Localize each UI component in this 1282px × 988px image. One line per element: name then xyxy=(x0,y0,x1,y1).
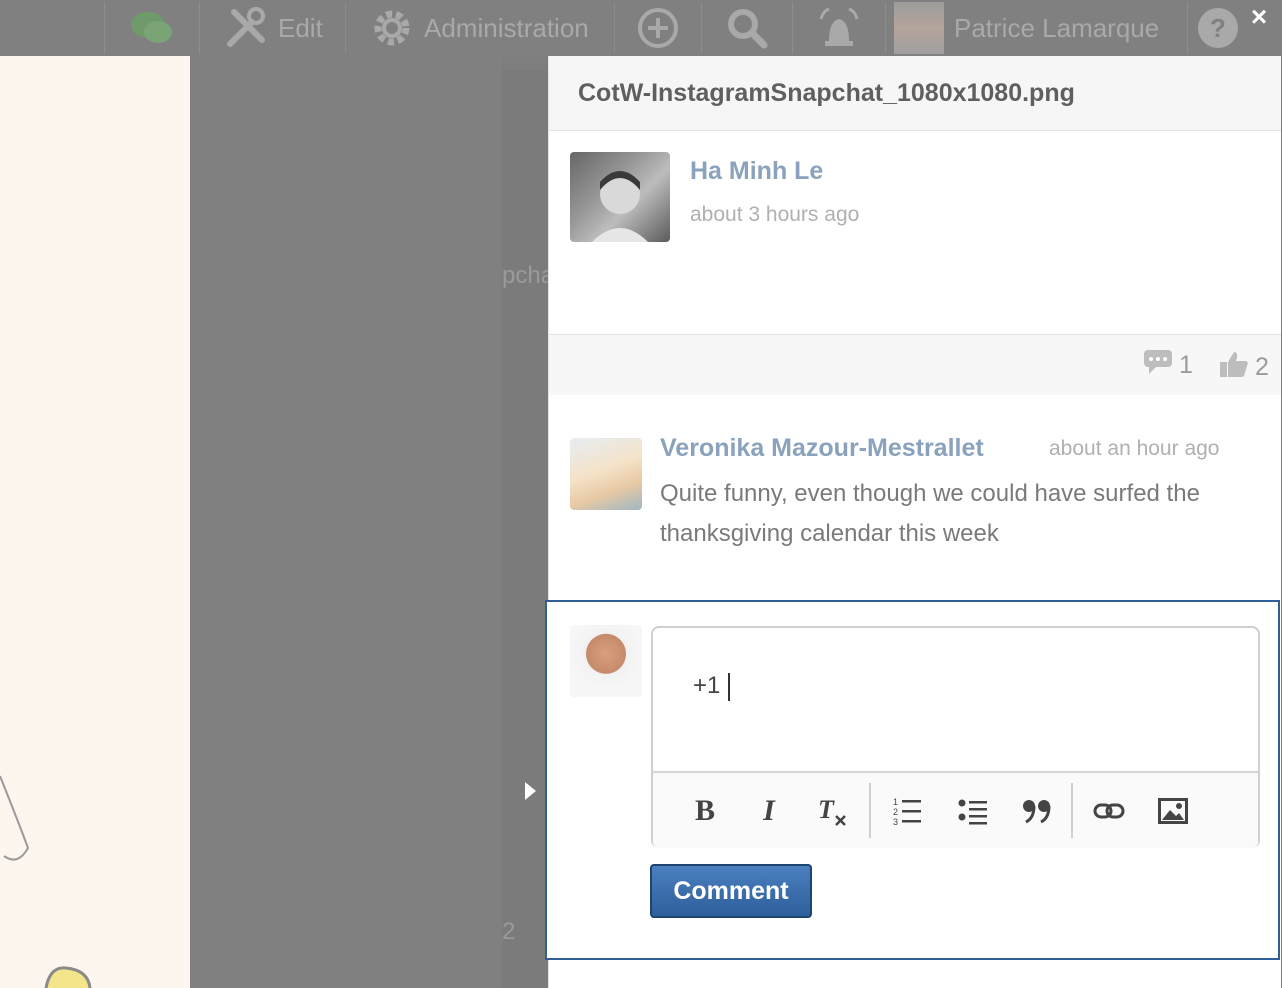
post-author-avatar[interactable] xyxy=(570,152,670,242)
search-icon xyxy=(725,6,769,50)
user-name: Patrice Lamarque xyxy=(954,12,1160,43)
illustration xyxy=(0,775,92,988)
svg-text:?: ? xyxy=(1210,13,1226,43)
likes-count-value: 2 xyxy=(1255,353,1269,381)
comments-count[interactable]: 1 xyxy=(1143,349,1193,382)
user-menu[interactable]: Patrice Lamarque xyxy=(886,0,1187,56)
post-author-name[interactable]: Ha Minh Le xyxy=(690,157,823,186)
activity-post: Ha Minh Le about 3 hours ago xyxy=(549,131,1281,335)
wrench-icon xyxy=(224,6,268,50)
comment-compose-box: +1 B I T 123 Comment xyxy=(545,600,1280,960)
underlying-text: pcha xyxy=(502,262,555,289)
help-icon: ? xyxy=(1196,6,1240,50)
svg-text:1: 1 xyxy=(893,797,898,807)
link-icon[interactable] xyxy=(1091,793,1127,829)
comment-item: Veronika Mazour-Mestrallet about an hour… xyxy=(549,396,1281,596)
plus-circle-icon xyxy=(637,7,679,49)
quote-icon[interactable] xyxy=(1019,793,1055,829)
comment-input[interactable]: +1 xyxy=(653,628,1258,771)
drawer-toggle-arrow[interactable] xyxy=(525,782,536,800)
comments-count-value: 1 xyxy=(1179,351,1193,379)
administration-label: Administration xyxy=(424,12,589,43)
administration-button[interactable]: Administration xyxy=(346,0,614,56)
comment-input-value: +1 xyxy=(693,672,721,699)
italic-icon[interactable]: I xyxy=(751,793,787,829)
comment-bubble-icon xyxy=(1143,349,1173,382)
chat-button[interactable] xyxy=(105,0,199,56)
bullet-list-icon[interactable] xyxy=(955,793,991,829)
svg-text:2: 2 xyxy=(893,807,898,817)
numbered-list-icon[interactable]: 123 xyxy=(889,793,925,829)
edit-button[interactable]: Edit xyxy=(200,0,345,56)
notifications-button[interactable] xyxy=(793,0,885,56)
svg-text:T: T xyxy=(818,795,835,824)
drawer-title: CotW-InstagramSnapchat_1080x1080.png xyxy=(549,56,1281,131)
toolbar-divider xyxy=(869,783,871,838)
thumbs-up-icon xyxy=(1219,349,1249,386)
editor-toolbar: B I T 123 xyxy=(653,771,1258,848)
clear-format-icon[interactable]: T xyxy=(815,793,851,829)
underlying-count: 2 xyxy=(502,918,516,945)
comment-text: Quite funny, even though we could have s… xyxy=(660,480,1200,547)
help-button[interactable]: ? xyxy=(1188,0,1248,56)
current-user-avatar xyxy=(570,625,642,697)
likes-count[interactable]: 2 xyxy=(1219,349,1269,386)
image-icon[interactable] xyxy=(1155,793,1191,829)
comment-timestamp: about an hour ago xyxy=(1049,437,1220,460)
comment-editor: +1 B I T 123 xyxy=(651,626,1260,848)
chat-bubbles-icon xyxy=(128,8,176,48)
close-icon[interactable]: × xyxy=(1246,3,1272,31)
commenter-avatar[interactable] xyxy=(570,438,642,510)
add-button[interactable] xyxy=(615,0,701,56)
comment-submit-button[interactable]: Comment xyxy=(650,864,812,918)
toolbar-divider xyxy=(1071,783,1073,838)
svg-text:3: 3 xyxy=(893,817,898,826)
alarm-bell-icon xyxy=(815,5,863,51)
search-button[interactable] xyxy=(702,0,792,56)
overlay-backdrop xyxy=(190,56,502,988)
bold-icon[interactable]: B xyxy=(687,793,723,829)
commenter-name[interactable]: Veronika Mazour-Mestrallet xyxy=(660,434,984,463)
top-navigation-bar: Edit Administration Patrice Lamarque ? xyxy=(0,0,1282,56)
gear-icon xyxy=(370,6,414,50)
edit-label: Edit xyxy=(278,12,323,43)
left-content-panel xyxy=(0,56,190,988)
user-avatar xyxy=(894,2,944,54)
text-caret xyxy=(728,672,731,701)
post-timestamp: about 3 hours ago xyxy=(690,203,860,226)
post-stats: 1 2 xyxy=(549,335,1281,395)
